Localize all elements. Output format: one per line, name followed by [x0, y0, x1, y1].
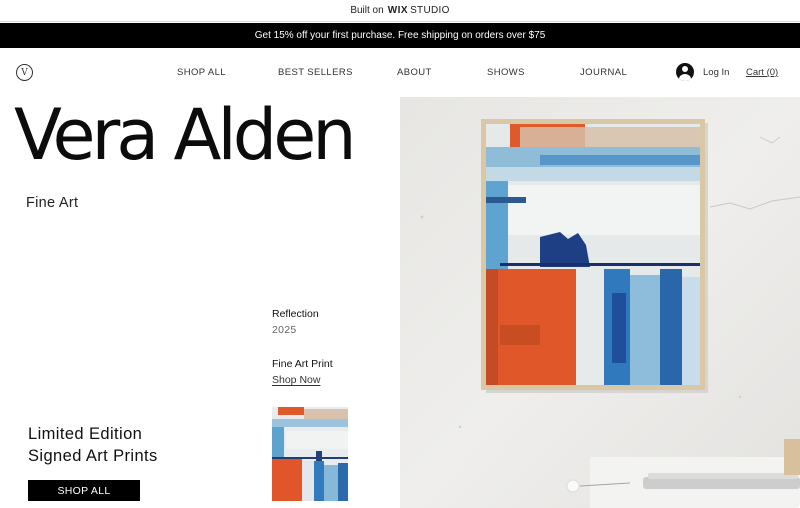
- artwork-thumbnail-image: [272, 407, 348, 501]
- limited-edition-line1: Limited Edition: [28, 425, 143, 443]
- artist-subtitle: Fine Art: [26, 195, 79, 211]
- nav-about[interactable]: ABOUT: [397, 67, 432, 78]
- login-button[interactable]: Log In: [676, 63, 729, 81]
- wix-studio-label: STUDIO: [410, 5, 450, 16]
- user-avatar-icon: [676, 63, 694, 81]
- promo-text: Get 15% off your first purchase. Free sh…: [254, 30, 546, 41]
- limited-edition-heading: Limited Edition Signed Art Prints: [28, 423, 158, 467]
- artwork-year: 2025: [272, 324, 297, 336]
- shop-all-button[interactable]: SHOP ALL: [28, 480, 140, 501]
- built-on-wix-bar[interactable]: Built on WIX STUDIO: [0, 0, 800, 22]
- page: Built on WIX STUDIO Get 15% off your fir…: [0, 0, 800, 508]
- artwork-thumbnail[interactable]: [272, 407, 348, 501]
- nav-shop-all[interactable]: SHOP ALL: [177, 67, 226, 78]
- wix-bar-prefix: Built on: [350, 5, 384, 16]
- cart-link[interactable]: Cart (0): [746, 67, 778, 78]
- artist-name-heading: Vera Alden: [14, 94, 357, 176]
- nav-journal[interactable]: JOURNAL: [580, 67, 627, 78]
- artwork-type: Fine Art Print: [272, 358, 333, 370]
- hero-image: [400, 97, 800, 508]
- promo-banner: Get 15% off your first purchase. Free sh…: [0, 23, 800, 48]
- nav-best-sellers[interactable]: BEST SELLERS: [278, 67, 353, 78]
- hero-artwork-photo: [400, 97, 800, 508]
- logo-icon[interactable]: V: [16, 64, 33, 81]
- artwork-title: Reflection: [272, 308, 319, 320]
- site-header: V SHOP ALL BEST SELLERS ABOUT SHOWS JOUR…: [0, 48, 800, 97]
- limited-edition-line2: Signed Art Prints: [28, 447, 158, 465]
- wix-logo: WIX: [387, 5, 409, 16]
- shop-now-link[interactable]: Shop Now: [272, 374, 320, 386]
- login-label: Log In: [703, 66, 730, 78]
- nav-shows[interactable]: SHOWS: [487, 67, 525, 78]
- logo-letter: V: [21, 67, 28, 78]
